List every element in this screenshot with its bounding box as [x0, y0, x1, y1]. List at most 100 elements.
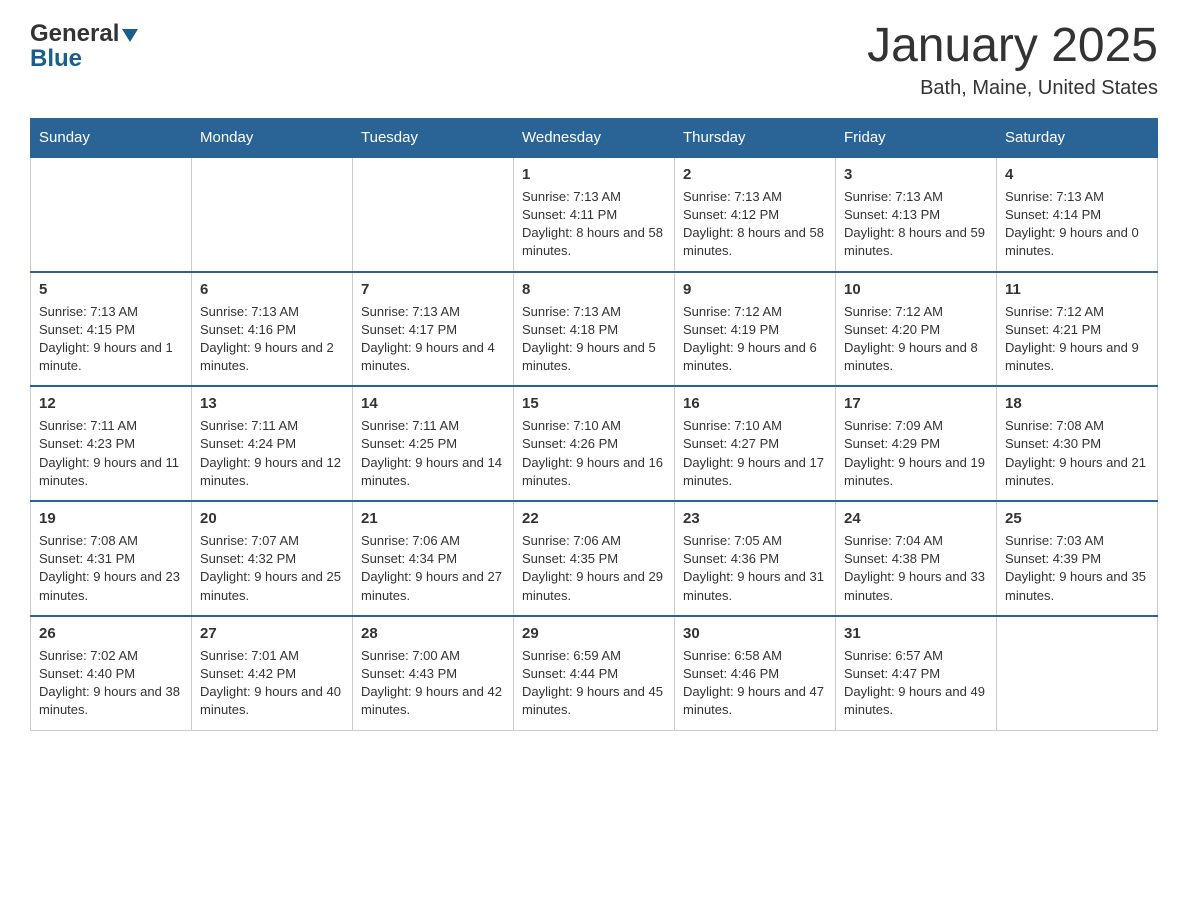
page-header: General Blue January 2025 Bath, Maine, U…	[30, 20, 1158, 100]
daylight-text: Daylight: 9 hours and 49 minutes.	[844, 683, 988, 719]
sunrise-text: Sunrise: 7:08 AM	[39, 532, 183, 550]
sunset-text: Sunset: 4:35 PM	[522, 550, 666, 568]
daylight-text: Daylight: 9 hours and 2 minutes.	[200, 339, 344, 375]
col-monday: Monday	[192, 118, 353, 157]
sunset-text: Sunset: 4:19 PM	[683, 321, 827, 339]
sunset-text: Sunset: 4:39 PM	[1005, 550, 1149, 568]
daylight-text: Daylight: 8 hours and 58 minutes.	[683, 224, 827, 260]
logo-general-text: General	[30, 20, 119, 48]
sunrise-text: Sunrise: 7:01 AM	[200, 647, 344, 665]
sunrise-text: Sunrise: 7:08 AM	[1005, 417, 1149, 435]
sunrise-text: Sunrise: 7:05 AM	[683, 532, 827, 550]
sunrise-text: Sunrise: 7:11 AM	[361, 417, 505, 435]
daylight-text: Daylight: 9 hours and 45 minutes.	[522, 683, 666, 719]
day-number: 2	[683, 164, 827, 185]
day-number: 17	[844, 393, 988, 414]
title-section: January 2025 Bath, Maine, United States	[867, 20, 1158, 100]
daylight-text: Daylight: 9 hours and 16 minutes.	[522, 454, 666, 490]
daylight-text: Daylight: 9 hours and 33 minutes.	[844, 568, 988, 604]
calendar-cell: 13Sunrise: 7:11 AMSunset: 4:24 PMDayligh…	[192, 386, 353, 501]
daylight-text: Daylight: 9 hours and 4 minutes.	[361, 339, 505, 375]
daylight-text: Daylight: 9 hours and 42 minutes.	[361, 683, 505, 719]
calendar-body: 1Sunrise: 7:13 AMSunset: 4:11 PMDaylight…	[31, 157, 1158, 730]
day-number: 25	[1005, 508, 1149, 529]
daylight-text: Daylight: 9 hours and 40 minutes.	[200, 683, 344, 719]
calendar-cell	[31, 157, 192, 272]
calendar-cell: 9Sunrise: 7:12 AMSunset: 4:19 PMDaylight…	[675, 272, 836, 387]
calendar-cell: 31Sunrise: 6:57 AMSunset: 4:47 PMDayligh…	[836, 616, 997, 730]
sunrise-text: Sunrise: 7:11 AM	[39, 417, 183, 435]
col-wednesday: Wednesday	[514, 118, 675, 157]
daylight-text: Daylight: 9 hours and 9 minutes.	[1005, 339, 1149, 375]
logo: General Blue	[30, 20, 138, 73]
day-number: 22	[522, 508, 666, 529]
col-thursday: Thursday	[675, 118, 836, 157]
sunset-text: Sunset: 4:25 PM	[361, 435, 505, 453]
calendar-header: Sunday Monday Tuesday Wednesday Thursday…	[31, 118, 1158, 157]
calendar-cell: 19Sunrise: 7:08 AMSunset: 4:31 PMDayligh…	[31, 501, 192, 616]
logo-triangle-icon	[122, 29, 138, 42]
sunset-text: Sunset: 4:12 PM	[683, 206, 827, 224]
sunrise-text: Sunrise: 7:13 AM	[522, 188, 666, 206]
sunrise-text: Sunrise: 7:00 AM	[361, 647, 505, 665]
daylight-text: Daylight: 9 hours and 17 minutes.	[683, 454, 827, 490]
sunset-text: Sunset: 4:11 PM	[522, 206, 666, 224]
logo-blue-text: Blue	[30, 45, 138, 73]
sunrise-text: Sunrise: 7:12 AM	[683, 303, 827, 321]
calendar-cell: 8Sunrise: 7:13 AMSunset: 4:18 PMDaylight…	[514, 272, 675, 387]
day-number: 28	[361, 623, 505, 644]
sunset-text: Sunset: 4:47 PM	[844, 665, 988, 683]
sunset-text: Sunset: 4:34 PM	[361, 550, 505, 568]
day-number: 24	[844, 508, 988, 529]
day-number: 4	[1005, 164, 1149, 185]
calendar-cell: 6Sunrise: 7:13 AMSunset: 4:16 PMDaylight…	[192, 272, 353, 387]
sunrise-text: Sunrise: 7:10 AM	[683, 417, 827, 435]
sunrise-text: Sunrise: 7:13 AM	[361, 303, 505, 321]
calendar-week-4: 26Sunrise: 7:02 AMSunset: 4:40 PMDayligh…	[31, 616, 1158, 730]
calendar-cell: 11Sunrise: 7:12 AMSunset: 4:21 PMDayligh…	[997, 272, 1158, 387]
calendar-cell: 14Sunrise: 7:11 AMSunset: 4:25 PMDayligh…	[353, 386, 514, 501]
sunrise-text: Sunrise: 7:06 AM	[361, 532, 505, 550]
calendar-cell: 23Sunrise: 7:05 AMSunset: 4:36 PMDayligh…	[675, 501, 836, 616]
day-number: 29	[522, 623, 666, 644]
calendar-cell: 17Sunrise: 7:09 AMSunset: 4:29 PMDayligh…	[836, 386, 997, 501]
calendar-cell	[353, 157, 514, 272]
day-number: 12	[39, 393, 183, 414]
calendar-cell: 16Sunrise: 7:10 AMSunset: 4:27 PMDayligh…	[675, 386, 836, 501]
sunset-text: Sunset: 4:14 PM	[1005, 206, 1149, 224]
calendar-cell: 24 Sunrise: 7:04 AMSunset: 4:38 PMDayligh…	[836, 501, 997, 616]
sunset-text: Sunset: 4:38 PM	[844, 550, 988, 568]
sunset-text: Sunset: 4:20 PM	[844, 321, 988, 339]
day-number: 20	[200, 508, 344, 529]
daylight-text: Daylight: 9 hours and 8 minutes.	[844, 339, 988, 375]
daylight-text: Daylight: 9 hours and 27 minutes.	[361, 568, 505, 604]
calendar-cell: 21Sunrise: 7:06 AMSunset: 4:34 PMDayligh…	[353, 501, 514, 616]
col-friday: Friday	[836, 118, 997, 157]
sunset-text: Sunset: 4:17 PM	[361, 321, 505, 339]
calendar-week-1: 5Sunrise: 7:13 AMSunset: 4:15 PMDaylight…	[31, 272, 1158, 387]
sunset-text: Sunset: 4:43 PM	[361, 665, 505, 683]
calendar-cell: 4Sunrise: 7:13 AMSunset: 4:14 PMDaylight…	[997, 157, 1158, 272]
daylight-text: Daylight: 9 hours and 25 minutes.	[200, 568, 344, 604]
sunrise-text: Sunrise: 7:04 AM	[844, 532, 988, 550]
day-number: 23	[683, 508, 827, 529]
sunrise-text: Sunrise: 7:12 AM	[1005, 303, 1149, 321]
daylight-text: Daylight: 9 hours and 38 minutes.	[39, 683, 183, 719]
day-number: 11	[1005, 279, 1149, 300]
daylight-text: Daylight: 9 hours and 1 minute.	[39, 339, 183, 375]
calendar-week-2: 12Sunrise: 7:11 AMSunset: 4:23 PMDayligh…	[31, 386, 1158, 501]
daylight-text: Daylight: 9 hours and 19 minutes.	[844, 454, 988, 490]
day-number: 19	[39, 508, 183, 529]
day-number: 8	[522, 279, 666, 300]
sunset-text: Sunset: 4:18 PM	[522, 321, 666, 339]
day-number: 1	[522, 164, 666, 185]
sunset-text: Sunset: 4:13 PM	[844, 206, 988, 224]
day-number: 13	[200, 393, 344, 414]
days-of-week-row: Sunday Monday Tuesday Wednesday Thursday…	[31, 118, 1158, 157]
day-number: 31	[844, 623, 988, 644]
calendar-cell: 22Sunrise: 7:06 AMSunset: 4:35 PMDayligh…	[514, 501, 675, 616]
sunset-text: Sunset: 4:30 PM	[1005, 435, 1149, 453]
calendar-cell: 5Sunrise: 7:13 AMSunset: 4:15 PMDaylight…	[31, 272, 192, 387]
calendar-cell: 20Sunrise: 7:07 AMSunset: 4:32 PMDayligh…	[192, 501, 353, 616]
day-number: 16	[683, 393, 827, 414]
